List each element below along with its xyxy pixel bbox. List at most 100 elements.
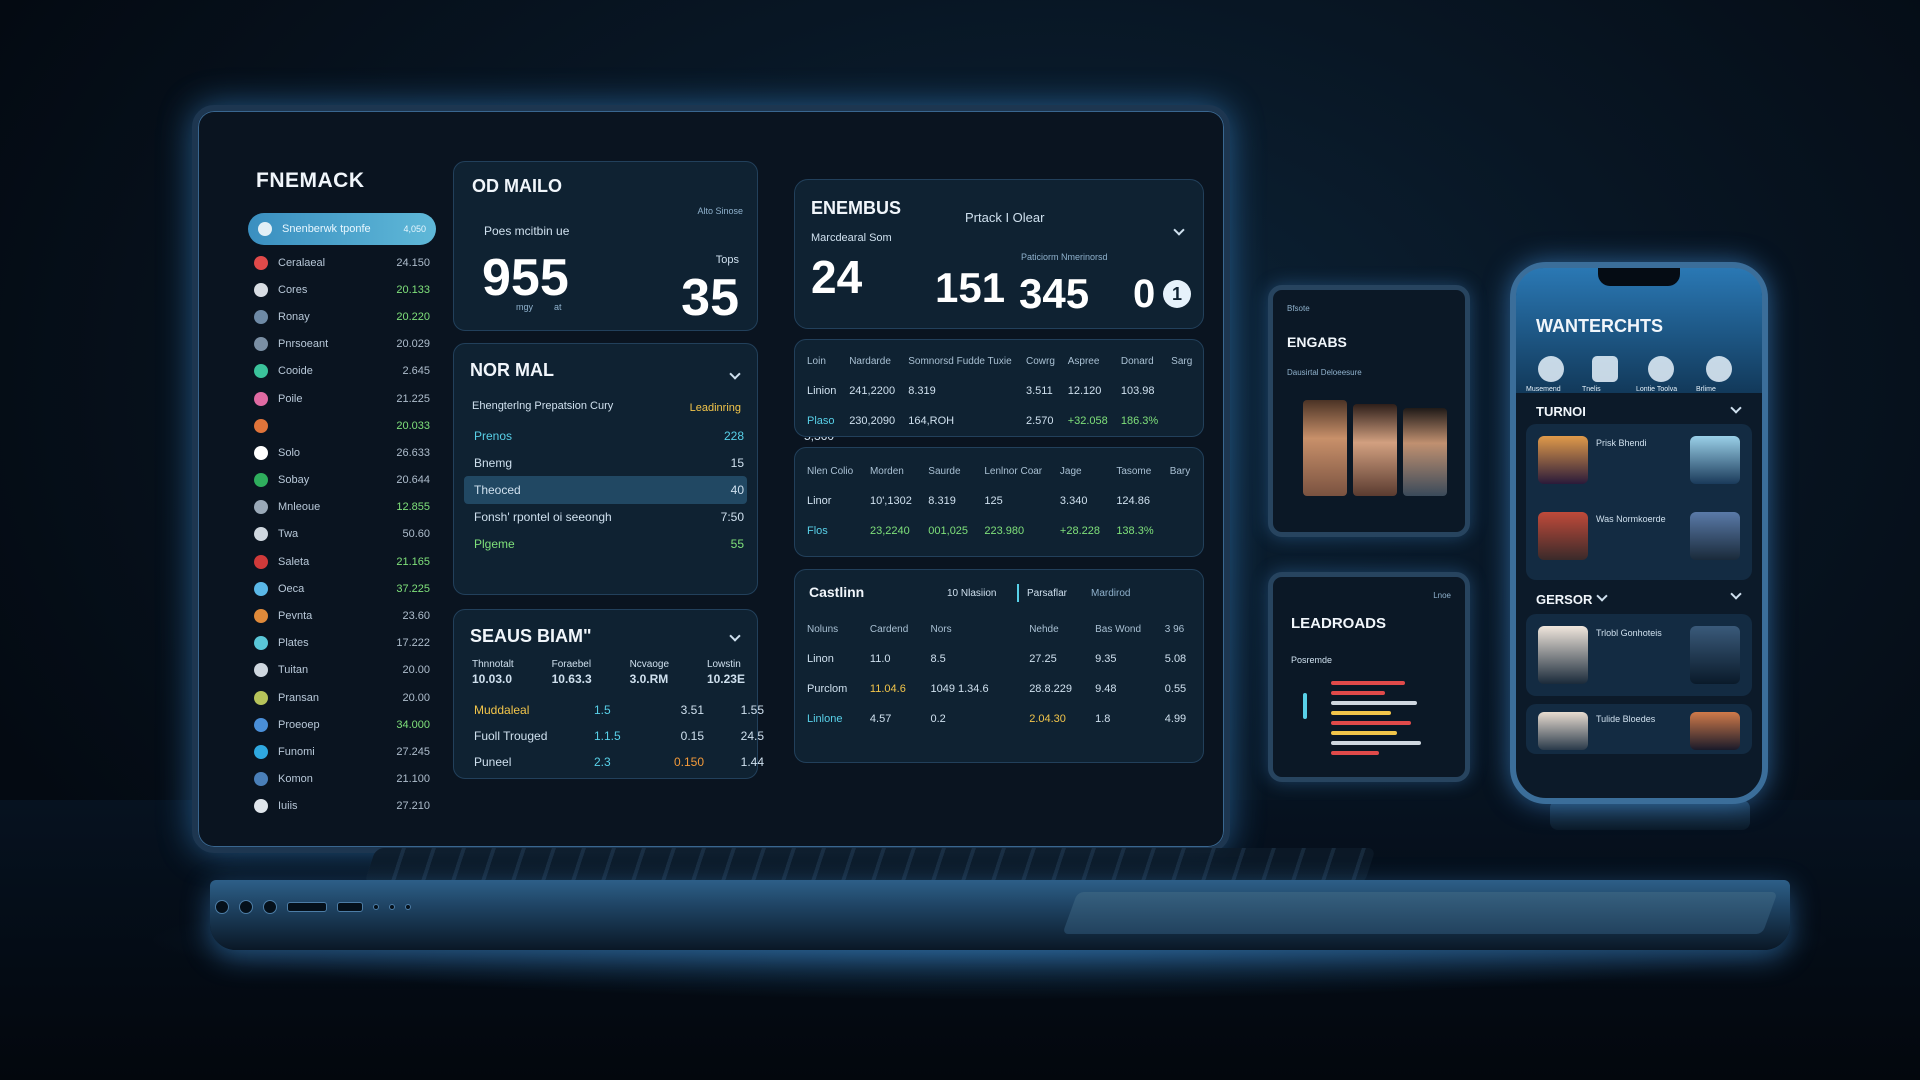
list-item-title: Was Normkoerde bbox=[1596, 514, 1666, 524]
thumbnail[interactable] bbox=[1690, 436, 1740, 484]
table-cell: 5.08 bbox=[1164, 653, 1187, 665]
sidebar-item[interactable]: Twa 50.60 bbox=[248, 521, 436, 548]
sidebar-item[interactable]: Funomi 27.245 bbox=[248, 738, 436, 765]
table-cell: 124.86 bbox=[1116, 495, 1150, 507]
sidebar-item-label: Pnrsoeant bbox=[278, 338, 329, 351]
row-value: 15 bbox=[730, 456, 744, 470]
table-row[interactable]: Linion 241,2200 8.319 3.511 12.120 103.98 bbox=[801, 376, 1199, 406]
column-header[interactable]: Nlen Colio bbox=[801, 456, 864, 486]
sidebar-item[interactable]: Ronay 20.220 bbox=[248, 303, 436, 330]
team-logo-icon bbox=[254, 690, 268, 705]
sidebar-item-value: 20.029 bbox=[396, 338, 430, 351]
column-header[interactable]: Sarg bbox=[1165, 346, 1199, 376]
sidebar-item[interactable]: Komon 21.100 bbox=[248, 766, 436, 793]
thumbnail[interactable] bbox=[1538, 436, 1588, 484]
table-row[interactable]: Flos 23,2240 001,025 223.980 +28.228 138.3% bbox=[801, 516, 1199, 546]
thumbnail[interactable] bbox=[1690, 512, 1740, 560]
thumbnail[interactable] bbox=[1690, 626, 1740, 684]
table-row[interactable]: Fonsh' rpontel oi seeongh7:5012.110 bbox=[464, 503, 834, 531]
sidebar-item[interactable]: Saleta 21.165 bbox=[248, 548, 436, 575]
thumbnail[interactable] bbox=[1538, 712, 1588, 750]
table-row[interactable]: Plgeme550.660 bbox=[464, 530, 834, 558]
row-value: 40 bbox=[730, 483, 744, 497]
column-header[interactable]: Cowrg bbox=[1020, 346, 1062, 376]
chevron-down-icon[interactable] bbox=[729, 630, 741, 642]
phone-notch bbox=[1598, 268, 1680, 286]
table-cell: 4.57 bbox=[869, 713, 892, 725]
column-header[interactable]: Lenlnor Coar bbox=[978, 456, 1054, 486]
sidebar-item[interactable]: Pnrsoeant 20.029 bbox=[248, 331, 436, 358]
column-header[interactable]: Bary bbox=[1164, 456, 1199, 486]
column-header[interactable]: Somnorsd Fudde Tuxie bbox=[902, 346, 1020, 376]
sidebar-item[interactable]: Cores 20.133 bbox=[248, 276, 436, 303]
chevron-down-icon[interactable] bbox=[729, 368, 741, 380]
column-header[interactable]: Jage bbox=[1054, 456, 1110, 486]
row-value: 1.44 bbox=[740, 755, 764, 769]
chevron-down-icon[interactable] bbox=[1596, 590, 1608, 602]
table-row[interactable]: Purclom 11.04.6 1049 1.34.6 28.8.229 9.48 0.5… bbox=[801, 674, 1199, 704]
team-logo-icon bbox=[254, 717, 268, 732]
chevron-down-icon[interactable] bbox=[1730, 588, 1742, 600]
table-row[interactable]: Linon 11.0 8.5 27.25 9.35 5.08 bbox=[801, 644, 1199, 674]
globe-icon[interactable] bbox=[1706, 356, 1732, 382]
column-header[interactable]: Nehde bbox=[1023, 614, 1089, 644]
sidebar-item[interactable]: Cooide 2.645 bbox=[248, 358, 436, 385]
table-row[interactable]: Theoced4026.50 bbox=[464, 476, 834, 504]
avatar[interactable] bbox=[1403, 408, 1447, 496]
table-row[interactable]: Prenos2285,360 bbox=[464, 422, 834, 450]
column-header[interactable]: Loin bbox=[801, 346, 843, 376]
thumbnail[interactable] bbox=[1690, 712, 1740, 750]
clock-icon[interactable] bbox=[1648, 356, 1674, 382]
table-row[interactable]: Puneel 2.3 0.150 1.44 bbox=[464, 748, 764, 776]
sidebar-item[interactable]: Poile 21.225 bbox=[248, 385, 436, 412]
card-subtitle: Dausirtal Deloeesure bbox=[1287, 368, 1362, 377]
table-row[interactable]: Plaso 230,2090 164,ROH 2.570 +32.058 186.3% bbox=[801, 406, 1199, 436]
column-header[interactable]: Tasome bbox=[1110, 456, 1163, 486]
sidebar-item[interactable]: Mnleoue 12.855 bbox=[248, 494, 436, 521]
tab-3[interactable]: Mardirod bbox=[1091, 588, 1130, 599]
table-row[interactable]: Muddaleal 1.5 3.51 1.55 bbox=[464, 696, 764, 724]
soccer-ball-icon[interactable] bbox=[1538, 356, 1564, 382]
sidebar-item[interactable]: Pevnta 23.60 bbox=[248, 602, 436, 629]
sidebar-item[interactable]: Oeca 37.225 bbox=[248, 575, 436, 602]
column-header[interactable]: Morden bbox=[864, 456, 922, 486]
column-header[interactable]: Nors bbox=[924, 614, 1008, 644]
enembus-card: ENEMBUS Marcdearal Som Prtack I Olear 24… bbox=[794, 179, 1204, 329]
table-row[interactable]: Linlone 4.57 0.2 2.04.30 1.8 4.99 bbox=[801, 704, 1199, 734]
column-header[interactable]: Bas Wond bbox=[1089, 614, 1159, 644]
column-header[interactable]: Donard bbox=[1115, 346, 1165, 376]
column-header[interactable]: Nardarde bbox=[843, 346, 902, 376]
chevron-down-icon[interactable] bbox=[1730, 402, 1742, 414]
thumbnail[interactable] bbox=[1538, 626, 1588, 684]
sidebar-item[interactable]: Plates 17.222 bbox=[248, 630, 436, 657]
sidebar-item[interactable]: Ceralaeal 24.150 bbox=[248, 249, 436, 276]
sidebar-item[interactable]: Sobay 20.644 bbox=[248, 467, 436, 494]
avatar[interactable] bbox=[1353, 404, 1397, 496]
sidebar-item[interactable]: Solo 26.633 bbox=[248, 439, 436, 466]
row-value: 1.55 bbox=[740, 703, 764, 717]
tab-1[interactable]: 10 Nlasiion bbox=[947, 588, 996, 599]
sidebar-item[interactable]: Tuitan 20.00 bbox=[248, 657, 436, 684]
sidebar-item[interactable]: Iuiis 27.210 bbox=[248, 793, 436, 820]
sidebar-item[interactable]: Pransan 20.00 bbox=[248, 684, 436, 711]
thumbnail[interactable] bbox=[1538, 512, 1588, 560]
sidebar-item[interactable]: 20.033 bbox=[248, 412, 436, 439]
column-header[interactable]: Noluns bbox=[801, 614, 864, 644]
team-logo-icon bbox=[254, 500, 268, 515]
card-subtitle: Posremde bbox=[1291, 655, 1333, 665]
chevron-down-icon[interactable] bbox=[1173, 224, 1185, 236]
sidebar-item[interactable]: Proeoep 34.000 bbox=[248, 711, 436, 738]
calendar-icon[interactable] bbox=[1592, 356, 1618, 382]
table-row[interactable]: Linor 10',1302 8.319 125 3.340 124.86 bbox=[801, 486, 1199, 516]
sidebar-item-active[interactable]: Snenberwk tponfe 4,050 bbox=[248, 213, 436, 245]
column-header[interactable]: Cardend bbox=[864, 614, 925, 644]
column-header[interactable]: 3 96 bbox=[1159, 614, 1199, 644]
sidebar-item-value: 26.633 bbox=[396, 446, 430, 459]
column-header[interactable]: Aspree bbox=[1062, 346, 1115, 376]
column-header[interactable] bbox=[1009, 614, 1023, 644]
column-header[interactable]: Saurde bbox=[922, 456, 978, 486]
table-row[interactable]: Fuoll Trouged 1.1.5 0.15 24.5 bbox=[464, 722, 764, 750]
tab-2[interactable]: Parsaflar bbox=[1027, 588, 1067, 599]
avatar[interactable] bbox=[1303, 400, 1347, 496]
table-row[interactable]: Bnemg151/15 bbox=[464, 449, 834, 477]
